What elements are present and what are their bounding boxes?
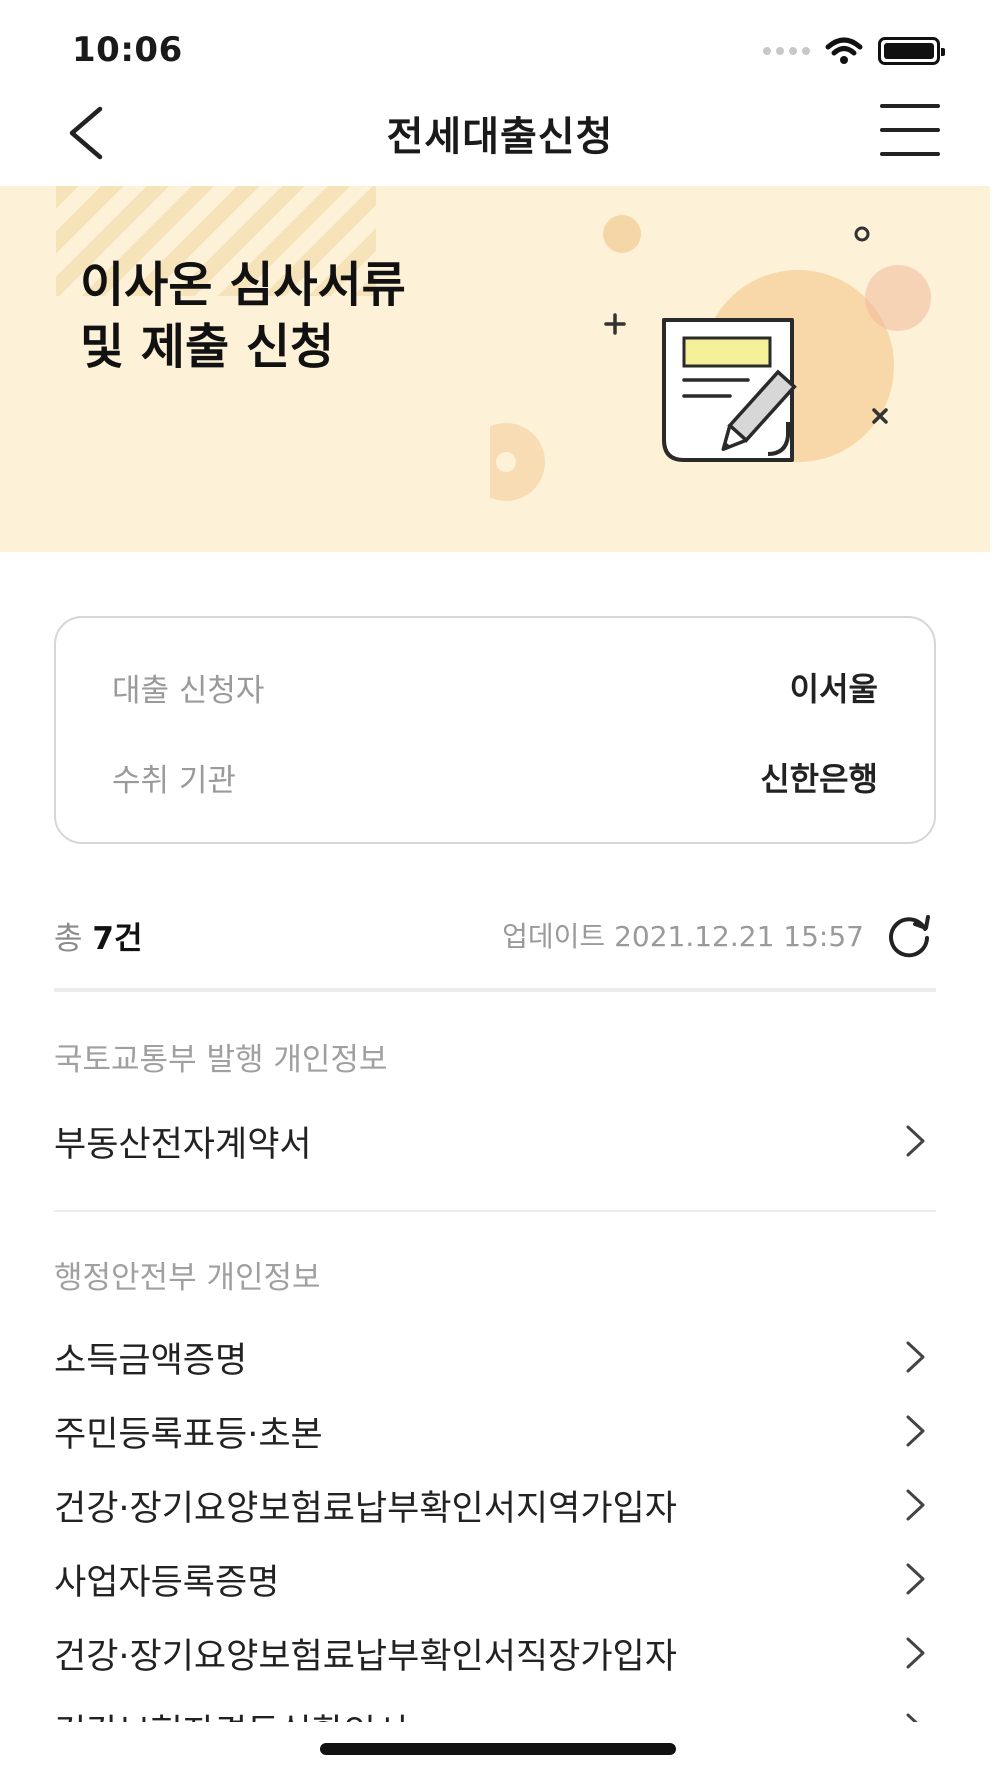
chevron-right-icon — [896, 1121, 936, 1161]
status-bar: 10:06 — [0, 0, 1000, 95]
total-count: 총 7건 — [54, 913, 142, 958]
refresh-icon — [889, 915, 930, 958]
battery-icon — [878, 37, 945, 65]
banner-title: 이사온 심사서류 및 제출 신청 — [80, 254, 406, 378]
menu-icon-line — [880, 128, 940, 132]
institution-value: 신한은행 — [760, 760, 878, 798]
chevron-right-icon — [896, 1633, 936, 1673]
applicant-value: 이서울 — [789, 670, 878, 708]
applicant-info-card: 대출 신청자 이서울 수취 기관 신한은행 — [54, 616, 936, 844]
summary-divider — [54, 988, 936, 992]
signal-icon — [763, 47, 810, 55]
doc-item-label: 소득금액증명 — [54, 1340, 248, 1381]
doc-item-health-insurance-workplace[interactable]: 건강·장기요양보험료납부확인서직장가입자 — [54, 1622, 936, 1684]
summary-row: 총 7건 업데이트 2021.12.21 15:57 — [54, 905, 936, 965]
doc-item-real-estate-contract[interactable]: 부동산전자계약서 — [54, 1110, 936, 1172]
banner-title-line1: 이사온 심사서류 — [80, 257, 406, 313]
update-info: 업데이트 2021.12.21 15:57 — [502, 908, 936, 962]
section-divider — [54, 1210, 936, 1212]
hero-banner: 이사온 심사서류 및 제출 신청 — [0, 186, 990, 552]
menu-icon-line — [880, 104, 940, 108]
doc-item-business-registration[interactable]: 사업자등록증명 — [54, 1548, 936, 1610]
section-title-molit: 국토교통부 발행 개인정보 — [54, 1042, 388, 1078]
doc-item-health-insurance-eligibility[interactable]: 건강보험자격득실확인서 — [54, 1698, 936, 1722]
institution-label: 수취 기관 — [112, 762, 236, 799]
doc-item-health-insurance-regional[interactable]: 건강·장기요양보험료납부확인서지역가입자 — [54, 1474, 936, 1536]
status-time: 10:06 — [72, 30, 183, 70]
doc-item-label: 주민등록표등·초본 — [54, 1414, 323, 1455]
applicant-label: 대출 신청자 — [112, 672, 265, 709]
wifi-icon — [825, 37, 863, 64]
chevron-right-icon — [896, 1337, 936, 1377]
chevron-right-icon — [896, 1559, 936, 1599]
chevron-right-icon — [896, 1485, 936, 1525]
home-indicator[interactable] — [320, 1743, 676, 1755]
applicant-row: 대출 신청자 이서울 — [112, 642, 878, 732]
doc-item-label: 부동산전자계약서 — [54, 1124, 312, 1165]
status-icons — [763, 36, 945, 66]
banner-title-line2: 및 제출 신청 — [80, 319, 335, 375]
menu-button[interactable] — [880, 100, 940, 160]
doc-item-label: 건강·장기요양보험료납부확인서직장가입자 — [54, 1636, 677, 1677]
doc-item-label: 사업자등록증명 — [54, 1562, 280, 1603]
doc-item-label: 건강·장기요양보험료납부확인서지역가입자 — [54, 1488, 677, 1529]
menu-icon-line — [880, 152, 940, 156]
document-pencil-icon — [490, 215, 931, 501]
section-title-mois: 행정안전부 개인정보 — [54, 1260, 321, 1296]
chevron-right-icon — [896, 1709, 936, 1722]
nav-bar: 전세대출신청 — [0, 90, 1000, 185]
doc-item-label: 건강보험자격득실확인서 — [54, 1704, 408, 1723]
doc-item-resident-registration[interactable]: 주민등록표등·초본 — [54, 1400, 936, 1462]
update-timestamp: 업데이트 2021.12.21 15:57 — [502, 920, 864, 953]
total-value: 7건 — [92, 920, 143, 957]
refresh-button[interactable] — [882, 908, 936, 962]
chevron-right-icon — [896, 1411, 936, 1451]
clipped-row-container: 건강보험자격득실확인서 — [0, 1690, 1000, 1722]
doc-item-income-certificate[interactable]: 소득금액증명 — [54, 1326, 936, 1388]
total-prefix: 총 — [54, 920, 83, 957]
page-title: 전세대출신청 — [386, 114, 614, 160]
institution-row: 수취 기관 신한은행 — [112, 732, 878, 822]
